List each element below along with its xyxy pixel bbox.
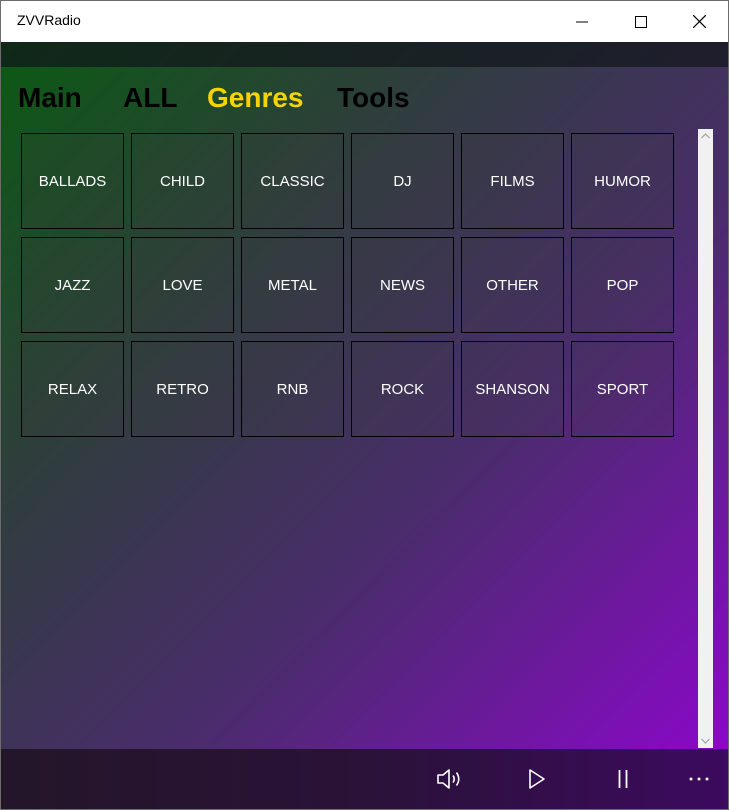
scroll-up-button[interactable] — [698, 129, 713, 143]
minimize-button[interactable] — [553, 1, 611, 42]
maximize-button[interactable] — [612, 1, 670, 42]
tab-main[interactable]: Main — [18, 82, 82, 114]
genre-tile[interactable]: RNB — [241, 341, 344, 437]
pause-icon — [618, 770, 628, 788]
genre-tile[interactable]: RETRO — [131, 341, 234, 437]
main-content: Main ALL Genres Tools BALLADS CHILD CLASSI… — [1, 42, 728, 749]
genre-tile[interactable]: SHANSON — [461, 341, 564, 437]
play-icon — [529, 769, 545, 789]
vertical-scrollbar[interactable] — [698, 129, 713, 748]
genre-tile[interactable]: CHILD — [131, 133, 234, 229]
maximize-icon — [635, 15, 647, 28]
genre-tile[interactable]: SPORT — [571, 341, 674, 437]
tab-genres[interactable]: Genres — [207, 82, 304, 114]
player-command-bar — [1, 749, 728, 809]
close-button[interactable] — [670, 1, 728, 42]
app-title: ZVVRadio — [17, 12, 81, 28]
genre-tile[interactable]: DJ — [351, 133, 454, 229]
volume-button[interactable] — [432, 763, 468, 795]
genre-tile[interactable]: LOVE — [131, 237, 234, 333]
pause-button[interactable] — [605, 763, 641, 795]
genre-tile[interactable]: ROCK — [351, 341, 454, 437]
app-window: ZVVRadio Main ALL Genres Tools BALLADS CH… — [0, 0, 729, 810]
chevron-down-icon — [701, 738, 710, 744]
chevron-up-icon — [701, 133, 710, 139]
genre-tile[interactable]: RELAX — [21, 341, 124, 437]
scroll-down-button[interactable] — [698, 734, 713, 748]
top-strip — [1, 42, 728, 67]
genre-tile[interactable]: JAZZ — [21, 237, 124, 333]
volume-icon — [437, 769, 460, 789]
minimize-icon — [576, 21, 588, 22]
genre-tile[interactable]: FILMS — [461, 133, 564, 229]
genre-tile[interactable]: OTHER — [461, 237, 564, 333]
genre-tile[interactable]: NEWS — [351, 237, 454, 333]
genre-tile[interactable]: CLASSIC — [241, 133, 344, 229]
more-button[interactable] — [681, 763, 717, 795]
genre-tile[interactable]: METAL — [241, 237, 344, 333]
play-button[interactable] — [519, 763, 555, 795]
genre-tile[interactable]: BALLADS — [21, 133, 124, 229]
close-icon — [692, 15, 706, 28]
title-bar: ZVVRadio — [1, 1, 728, 42]
genre-tile[interactable]: HUMOR — [571, 133, 674, 229]
tab-all[interactable]: ALL — [123, 82, 177, 114]
genre-tile[interactable]: POP — [571, 237, 674, 333]
more-icon — [689, 777, 709, 781]
tab-tools[interactable]: Tools — [337, 82, 410, 114]
